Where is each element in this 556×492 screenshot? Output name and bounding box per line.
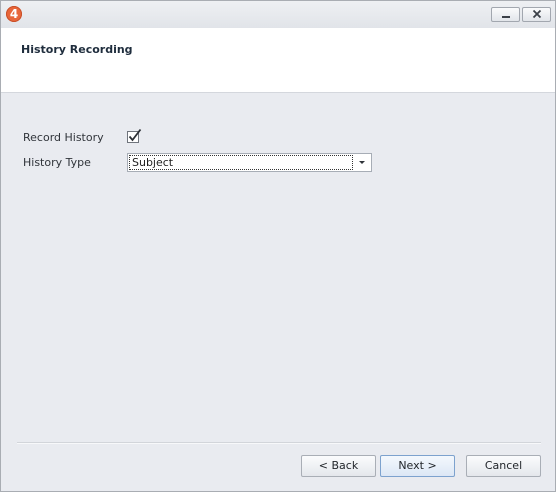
history-type-value: Subject [129,155,353,170]
next-button[interactable]: Next > [380,455,455,477]
history-type-dropdown[interactable]: Subject [127,153,372,172]
footer-divider [17,442,541,444]
minimize-button[interactable] [491,7,520,22]
cancel-button[interactable]: Cancel [466,455,541,477]
close-button[interactable] [522,7,551,22]
wizard-window: 4 History Recording Record History Histo… [0,0,556,492]
record-history-label: Record History [23,131,104,144]
page-title: History Recording [21,43,133,56]
app-logo-icon: 4 [6,6,22,22]
chevron-down-icon [359,161,365,164]
title-bar[interactable]: 4 [1,1,555,28]
wizard-header: History Recording [1,28,555,93]
history-type-label: History Type [23,156,91,169]
record-history-checkbox[interactable] [126,128,142,144]
minimize-icon [501,16,510,18]
close-icon [532,9,541,19]
dropdown-button[interactable] [354,155,370,170]
checkmark-icon [127,128,142,143]
back-button[interactable]: < Back [301,455,376,477]
